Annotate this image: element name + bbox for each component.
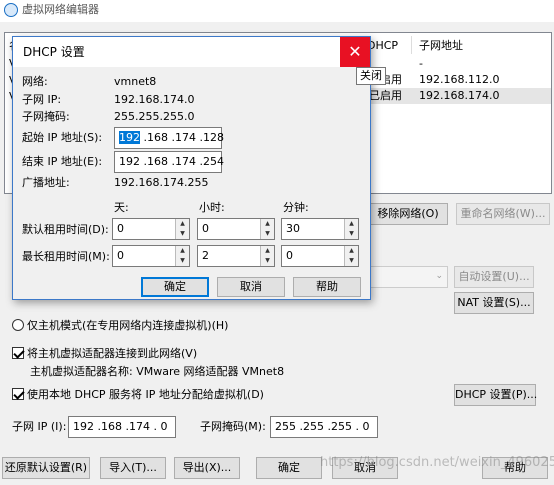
row-subnet: - [419, 57, 423, 70]
spinner-arrows-icon[interactable]: ▲ ▼ [344, 246, 358, 266]
max-lease-label: 最长租用时间(M): [22, 250, 110, 263]
dhcp-settings-dialog: DHCP 设置 ✕ 网络: vmnet8 子网 IP: 192.168.174.… [12, 36, 371, 300]
start-ip-field[interactable]: 192 .168 .174 .128 [114, 127, 224, 149]
connect-host-adapter-checkbox[interactable]: 将主机虚拟适配器连接到此网络(V) [12, 347, 197, 361]
bridge-adapter-select[interactable]: ⌄ [368, 266, 448, 288]
window-title: 虚拟网络编辑器 [22, 3, 99, 16]
max-lease-days[interactable]: 0 ▲ ▼ [112, 245, 190, 267]
use-dhcp-checkbox[interactable]: 使用本地 DHCP 服务将 IP 地址分配给虚拟机(D) [12, 388, 264, 402]
subnet-mask-value: 255.255.255.0 [114, 110, 195, 123]
watermark: https://blog.csdn.net/weixin_49602585 [320, 455, 554, 470]
row-dhcp: 已启用 [369, 89, 402, 102]
import-button[interactable]: 导入(T)... [100, 457, 166, 479]
auto-settings-button[interactable]: 自动设置(U)... [454, 266, 534, 288]
checkbox-checked-icon [12, 388, 24, 400]
dialog-ok-button[interactable]: 确定 [141, 277, 209, 297]
subnet-mask-label: 子网掩码(M): [200, 420, 266, 433]
days-label: 天: [114, 201, 129, 214]
end-ip-label: 结束 IP 地址(E): [22, 155, 103, 168]
dialog-help-button[interactable]: 帮助 [293, 277, 361, 297]
rename-network-button[interactable]: 重命名网络(W)... [456, 203, 550, 225]
restore-defaults-button[interactable]: 还原默认设置(R) [2, 457, 90, 479]
spinner-arrows-icon[interactable]: ▲ ▼ [175, 219, 189, 239]
default-lease-days[interactable]: 0 ▲ ▼ [112, 218, 190, 240]
nat-settings-button[interactable]: NAT 设置(S)... [454, 292, 534, 314]
host-adapter-name: 主机虚拟适配器名称: VMware 网络适配器 VMnet8 [30, 365, 285, 378]
network-globe-icon [4, 3, 18, 17]
subnet-ip-label: 子网 IP: [22, 93, 62, 106]
checkbox-checked-icon [12, 347, 24, 359]
end-ip-field[interactable]: 192 .168 .174 .254 [114, 151, 224, 173]
start-ip-rest: .168 .174 .128 [140, 131, 224, 144]
spinner-arrows-icon[interactable]: ▲ ▼ [344, 219, 358, 239]
max-lease-minutes[interactable]: 0 ▲ ▼ [281, 245, 359, 267]
spinner-arrows-icon[interactable]: ▲ ▼ [175, 246, 189, 266]
table-row[interactable]: 已启用 192.168.112.0 [365, 72, 551, 88]
start-ip-selected: 192 [119, 131, 140, 144]
host-only-radio[interactable]: 仅主机模式(在专用网络内连接虚拟机)(H) [12, 319, 228, 333]
row-subnet: 192.168.174.0 [419, 89, 500, 102]
broadcast-label: 广播地址: [22, 176, 70, 189]
remove-network-button[interactable]: 移除网络(O) [368, 203, 448, 225]
close-icon: ✕ [348, 42, 362, 61]
radio-icon [12, 319, 24, 331]
dialog-titlebar: DHCP 设置 ✕ [13, 37, 370, 67]
minutes-label: 分钟: [283, 201, 309, 214]
max-lease-hours[interactable]: 2 ▲ ▼ [197, 245, 275, 267]
subnet-ip-label: 子网 IP (I): [12, 420, 67, 433]
window-titlebar: 虚拟网络编辑器 [0, 0, 554, 22]
network-value: vmnet8 [114, 75, 157, 88]
dialog-title: DHCP 设置 [23, 45, 85, 59]
spinner-arrows-icon[interactable]: ▲ ▼ [260, 246, 274, 266]
subnet-mask-field[interactable]: 255 .255 .255 . 0 [270, 416, 378, 438]
export-button[interactable]: 导出(X)... [174, 457, 240, 479]
close-button[interactable]: ✕ [340, 37, 370, 67]
column-header-dhcp[interactable]: DHCP [367, 39, 398, 53]
close-tooltip: 关闭 [356, 67, 386, 85]
row-subnet: 192.168.112.0 [419, 73, 500, 86]
table-row[interactable]: - [365, 56, 551, 72]
broadcast-value: 192.168.174.255 [114, 176, 209, 189]
dialog-cancel-button[interactable]: 取消 [217, 277, 285, 297]
subnet-ip-field[interactable]: 192 .168 .174 . 0 [68, 416, 176, 438]
chevron-down-icon: ⌄ [435, 271, 443, 281]
network-label: 网络: [22, 75, 48, 88]
default-lease-hours[interactable]: 0 ▲ ▼ [197, 218, 275, 240]
column-header-subnet[interactable]: 子网地址 [419, 39, 463, 53]
hours-label: 小时: [199, 201, 225, 214]
spinner-arrows-icon[interactable]: ▲ ▼ [260, 219, 274, 239]
table-row-selected[interactable]: 已启用 192.168.174.0 [365, 88, 551, 104]
main-ok-button[interactable]: 确定 [256, 457, 322, 479]
start-ip-label: 起始 IP 地址(S): [22, 131, 103, 144]
subnet-ip-value: 192.168.174.0 [114, 93, 195, 106]
column-divider [411, 36, 412, 54]
dhcp-settings-button[interactable]: DHCP 设置(P)... [454, 384, 537, 406]
default-lease-label: 默认租用时间(D): [22, 223, 109, 236]
subnet-mask-label: 子网掩码: [22, 110, 70, 123]
default-lease-minutes[interactable]: 30 ▲ ▼ [281, 218, 359, 240]
